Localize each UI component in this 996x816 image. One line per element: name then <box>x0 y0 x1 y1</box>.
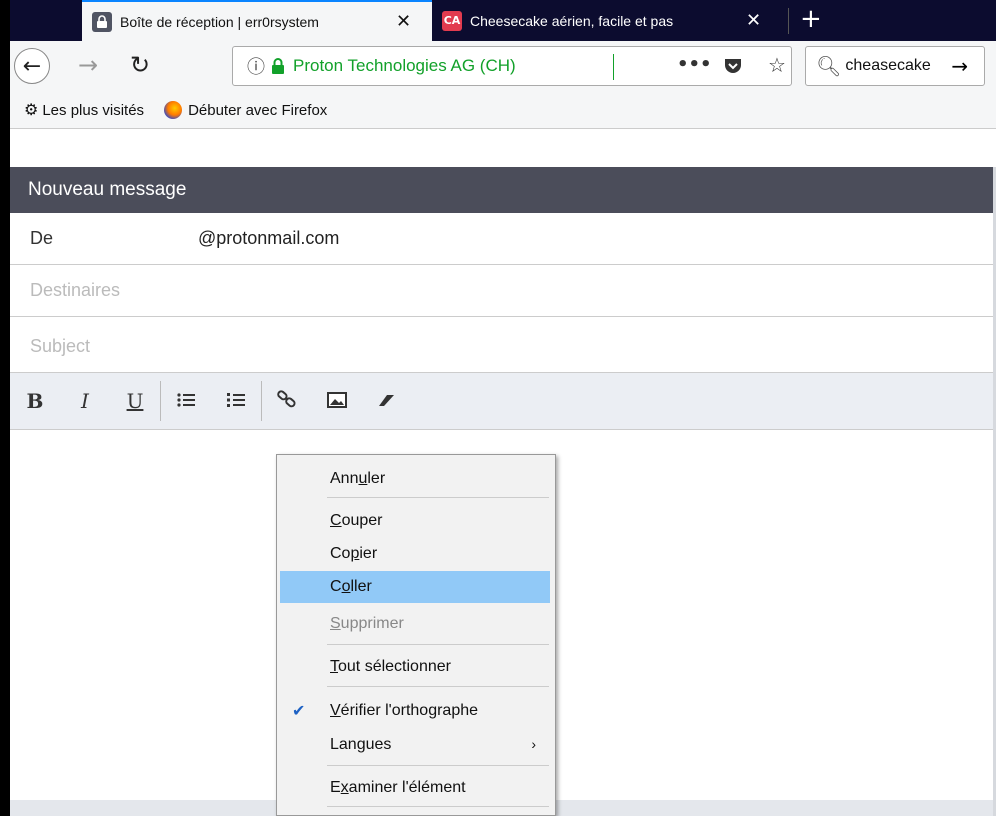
menu-item-annuler[interactable]: Annuler <box>280 463 550 495</box>
menu-item-tout-selectionner[interactable]: Tout sélectionner <box>280 651 550 683</box>
bookmark-getting-started[interactable]: Débuter avec Firefox <box>164 101 327 119</box>
from-select[interactable]: @protonmail.com <box>198 228 339 249</box>
checkmark-icon: ✔ <box>292 703 306 720</box>
bookmark-most-visited[interactable]: ⚙ Les plus visités <box>24 100 144 120</box>
menu-item-label: Tout sélectionner <box>330 658 451 675</box>
tab-title: Boîte de réception | err0rsystem <box>120 13 319 30</box>
from-label: De <box>30 228 54 248</box>
menu-item-couper[interactable]: Couper <box>280 505 550 537</box>
compose-title: Nouveau message <box>28 179 187 200</box>
navigation-bar: ← → ↻ ⓘ Proton Technologies AG (CH) ••• … <box>10 41 996 92</box>
url-cursor <box>613 54 614 80</box>
ca-favicon: CA <box>442 10 462 31</box>
tab-title: Cheesecake aérien, facile et pas <box>470 12 674 29</box>
chevron-right-icon: › <box>531 736 536 752</box>
link-icon[interactable] <box>262 389 312 413</box>
compose-header: Nouveau message <box>10 167 996 213</box>
menu-item-coller[interactable]: Coller <box>280 571 550 603</box>
menu-separator <box>327 806 549 807</box>
close-tab-icon[interactable]: ✕ <box>396 11 411 32</box>
subject-placeholder: Subject <box>30 336 91 356</box>
new-tab-icon[interactable]: + <box>800 4 822 34</box>
menu-item-label: Vérifier l'orthographe <box>330 702 479 719</box>
lock-icon[interactable] <box>271 58 285 74</box>
menu-item-label: Supprimer <box>330 615 404 632</box>
context-menu: Annuler Couper Copier Coller Supprimer T… <box>276 454 556 816</box>
from-row: De @protonmail.com <box>10 213 996 265</box>
menu-separator <box>327 644 549 645</box>
proton-lock-icon <box>92 11 112 32</box>
menu-item-copier[interactable]: Copier <box>280 538 550 570</box>
window-frame <box>0 0 10 816</box>
bullet-list-icon[interactable] <box>161 389 211 413</box>
numbered-list-icon[interactable] <box>211 389 261 413</box>
menu-item-supprimer: Supprimer <box>280 608 550 640</box>
tab-divider <box>788 8 789 34</box>
tab-cheesecake[interactable]: CA Cheesecake aérien, facile et pas ✕ <box>432 0 782 41</box>
reload-button[interactable]: ↻ <box>130 51 150 79</box>
tab-strip: Boîte de réception | err0rsystem ✕ CA Ch… <box>10 0 996 41</box>
forward-button[interactable]: → <box>78 51 98 79</box>
search-input[interactable]: cheasecake <box>845 57 945 75</box>
search-go-icon[interactable]: → <box>951 54 968 78</box>
gear-icon: ⚙ <box>24 102 39 119</box>
eraser-icon[interactable] <box>362 389 412 413</box>
to-placeholder: Destinaires <box>30 280 121 300</box>
italic-button[interactable]: I <box>60 389 110 413</box>
image-icon[interactable] <box>312 389 362 413</box>
close-tab-icon[interactable]: ✕ <box>746 10 761 31</box>
menu-item-examiner-element[interactable]: Examiner l'élément <box>280 772 550 804</box>
site-identity: Proton Technologies AG (CH) <box>293 56 516 75</box>
menu-item-label: Coller <box>330 578 372 595</box>
bold-button[interactable]: B <box>10 389 60 413</box>
menu-item-verifier-orthographe[interactable]: ✔ Vérifier l'orthographe <box>280 695 550 727</box>
to-field[interactable]: Destinaires <box>10 265 996 317</box>
editor-toolbar: B I U <box>10 373 996 430</box>
firefox-icon <box>164 101 183 119</box>
menu-item-label: Copier <box>330 545 378 562</box>
menu-item-label: Examiner l'élément <box>330 779 466 796</box>
back-button[interactable]: ← <box>14 48 50 84</box>
menu-item-label: Annuler <box>330 470 386 487</box>
menu-item-label: Couper <box>330 512 383 529</box>
menu-item-langues[interactable]: Langues › <box>280 729 550 761</box>
bookmark-star-icon[interactable]: ☆ <box>768 53 786 77</box>
bookmark-label: Débuter avec Firefox <box>188 101 328 119</box>
menu-item-label: Langues <box>330 736 392 753</box>
bookmarks-toolbar: ⚙ Les plus visités Débuter avec Firefox <box>10 92 996 129</box>
menu-separator <box>327 765 549 766</box>
bookmark-label: Les plus visités <box>42 101 145 119</box>
underline-button[interactable]: U <box>110 389 160 413</box>
pocket-icon[interactable] <box>723 57 743 79</box>
info-icon[interactable]: ⓘ <box>247 53 265 79</box>
menu-separator <box>327 686 549 687</box>
search-icon: 🔍︎ <box>816 54 842 78</box>
subject-field[interactable]: Subject <box>10 321 996 373</box>
search-bar[interactable]: 🔍︎ cheasecake → <box>805 46 985 86</box>
page-actions-icon[interactable]: ••• <box>677 54 712 75</box>
url-bar[interactable]: ⓘ Proton Technologies AG (CH) ••• ☆ <box>232 46 792 86</box>
tab-inbox[interactable]: Boîte de réception | err0rsystem ✕ <box>82 0 432 41</box>
menu-separator <box>327 497 549 498</box>
